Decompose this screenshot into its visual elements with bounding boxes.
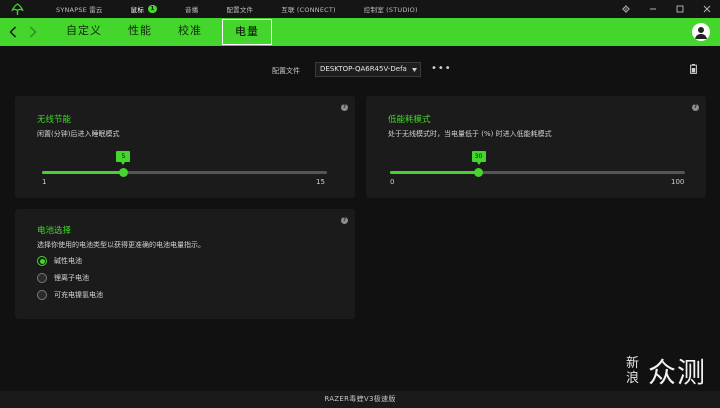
top-tab-connect[interactable]: 互联 (CONNECT): [281, 4, 336, 14]
low-power-slider[interactable]: 30: [390, 151, 685, 177]
radio-selected-icon: [37, 256, 47, 266]
slider-max-label: 100: [671, 178, 685, 186]
tab-customize[interactable]: 自定义: [54, 19, 114, 45]
top-tab-label: 控制室 (STUDIO): [363, 6, 418, 14]
watermark-logo: 新 浪 众测: [624, 352, 716, 392]
notification-badge: 1: [148, 5, 158, 13]
tab-calibration[interactable]: 校准: [166, 19, 214, 45]
slider-fill: [42, 171, 124, 174]
battery-option-label: 可充电镍氢电池: [54, 291, 103, 299]
wireless-power-panel: 无线节能 闲置(分钟)后进入睡眠模式 ? 5 1 15: [15, 96, 355, 198]
battery-option-alkaline[interactable]: 碱性电池: [37, 256, 82, 266]
top-tab-label: 音播: [185, 6, 199, 14]
tab-label: 校准: [178, 24, 202, 37]
more-options-icon[interactable]: •••: [431, 63, 452, 74]
profile-select-value: DESKTOP-QA6R45V-Defa: [320, 65, 407, 73]
user-avatar-icon[interactable]: [692, 23, 710, 41]
window-controls: [612, 0, 720, 18]
wireless-power-description: 闲置(分钟)后进入睡眠模式: [37, 130, 120, 138]
low-power-description: 处于无线模式时，当电量低于 (%) 时进入低能耗模式: [388, 130, 552, 138]
top-tab-mouse[interactable]: 鼠标 1: [130, 4, 158, 14]
battery-option-label: 锂离子电池: [54, 274, 89, 282]
top-tab-label: 互联 (CONNECT): [281, 6, 336, 14]
top-tab-label: 配置文件: [226, 6, 254, 14]
minimize-icon[interactable]: [639, 0, 666, 18]
radio-unselected-icon: [37, 273, 47, 283]
battery-select-title: 电池选择: [37, 226, 72, 236]
radio-unselected-icon: [37, 290, 47, 300]
tab-label: 电量: [235, 25, 259, 38]
slider-value-bubble: 5: [116, 151, 131, 165]
back-arrow-icon[interactable]: [6, 18, 20, 46]
slider-thumb[interactable]: [118, 168, 128, 177]
forward-arrow-icon[interactable]: [26, 18, 40, 46]
slider-fill: [390, 171, 479, 174]
low-power-title: 低能耗模式: [388, 115, 431, 125]
profile-label: 配置文件: [272, 67, 300, 75]
battery-icon: [690, 64, 697, 74]
gear-icon[interactable]: [612, 0, 639, 18]
tab-label: 自定义: [66, 24, 102, 37]
tab-performance[interactable]: 性能: [116, 19, 164, 45]
tab-power[interactable]: 电量: [222, 19, 272, 45]
razer-logo-icon[interactable]: [10, 2, 24, 16]
top-tab-studio[interactable]: 控制室 (STUDIO): [364, 4, 418, 14]
slider-min-label: 0: [390, 178, 395, 186]
title-bar: SYNAPSE 雷云 鼠标 1 音播 配置文件 互联 (CONNECT) 控制室 …: [0, 0, 720, 18]
top-tab-audio[interactable]: 音播: [185, 4, 198, 14]
slider-value-bubble: 30: [471, 151, 486, 165]
maximize-icon[interactable]: [666, 0, 693, 18]
tab-label: 性能: [128, 24, 152, 37]
slider-max-label: 15: [316, 178, 325, 186]
battery-option-label: 碱性电池: [54, 257, 82, 265]
battery-select-description: 选择你使用的电池类型以获得更准确的电池电量指示。: [37, 241, 205, 249]
watermark-small-text: 新 浪: [626, 356, 640, 386]
dropdown-arrow-icon: [412, 68, 417, 72]
top-tab-profiles[interactable]: 配置文件: [226, 4, 253, 14]
top-tab-label: 鼠标: [130, 6, 145, 14]
battery-option-nimh[interactable]: 可充电镍氢电池: [37, 290, 103, 300]
close-icon[interactable]: [693, 0, 720, 18]
top-tab-synapse[interactable]: SYNAPSE 雷云: [56, 4, 103, 14]
slider-thumb[interactable]: [474, 168, 483, 177]
help-icon[interactable]: ?: [341, 104, 348, 111]
low-power-panel: 低能耗模式 处于无线模式时，当电量低于 (%) 时进入低能耗模式 ? 30 0 …: [366, 96, 706, 198]
slider-min-label: 1: [42, 178, 47, 186]
profile-select[interactable]: DESKTOP-QA6R45V-Defa: [315, 62, 421, 77]
help-icon[interactable]: ?: [341, 217, 348, 224]
device-nav-bar: 自定义 性能 校准 电量: [0, 18, 720, 46]
sleep-slider[interactable]: 5: [42, 151, 327, 177]
battery-select-panel: 电池选择 选择你使用的电池类型以获得更准确的电池电量指示。 ? 碱性电池 锂离子…: [15, 209, 355, 319]
watermark-main-text: 众测: [648, 356, 707, 389]
battery-option-lithium[interactable]: 锂离子电池: [37, 273, 89, 283]
top-tab-label: SYNAPSE 雷云: [56, 6, 103, 14]
device-name-footer: RAZER毒蝰V3极速版: [0, 391, 720, 408]
wireless-power-title: 无线节能: [37, 115, 72, 125]
help-icon[interactable]: ?: [692, 104, 699, 111]
